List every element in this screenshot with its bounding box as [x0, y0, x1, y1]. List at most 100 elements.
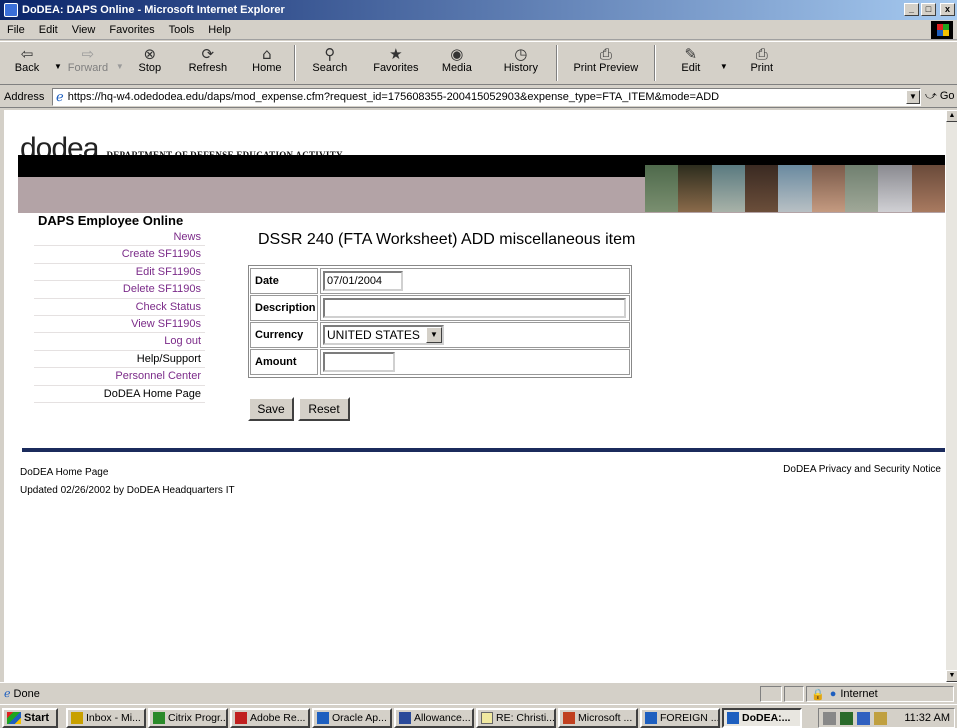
- status-bar: ℯ Done 🔒 ● Internet: [0, 682, 957, 704]
- scroll-up-icon[interactable]: ▲: [946, 110, 957, 122]
- edit-button[interactable]: ✎ Edit: [666, 42, 716, 74]
- citrix-icon: [153, 712, 165, 724]
- media-button[interactable]: ◉ Media: [428, 42, 486, 74]
- sidebar-item-help-support[interactable]: Help/Support: [34, 351, 205, 369]
- windows-logo-icon: [931, 21, 953, 39]
- back-dropdown-icon[interactable]: ▼: [54, 62, 62, 71]
- refresh-button[interactable]: ⟳ Refresh: [176, 42, 240, 74]
- chevron-down-icon[interactable]: ▼: [426, 327, 442, 343]
- amount-input[interactable]: [323, 352, 395, 372]
- ie-icon: [645, 712, 657, 724]
- windows-flag-icon: [7, 712, 21, 724]
- close-button[interactable]: x: [940, 3, 955, 16]
- word-icon: [399, 712, 411, 724]
- maximize-button[interactable]: □: [921, 3, 936, 16]
- sidebar-item-news[interactable]: News: [34, 229, 205, 247]
- edit-dropdown-icon[interactable]: ▼: [720, 62, 728, 71]
- scroll-down-icon[interactable]: ▼: [946, 670, 957, 682]
- forward-dropdown-icon[interactable]: ▼: [116, 62, 124, 71]
- forward-button[interactable]: ⇨ Forward: [62, 42, 114, 74]
- title-bar: DoDEA: DAPS Online - Microsoft Internet …: [0, 0, 957, 20]
- menu-view[interactable]: View: [65, 24, 103, 36]
- address-bar: Address ℯ https://hq-w4.odedodea.edu/dap…: [0, 86, 957, 108]
- date-label: Date: [250, 268, 318, 294]
- sidebar: DAPS Employee Online News Create SF1190s…: [4, 213, 205, 403]
- search-button[interactable]: ⚲ Search: [296, 42, 364, 74]
- footer-home-link[interactable]: DoDEA Home Page: [20, 464, 235, 482]
- taskbar: Start Inbox - Mi... Citrix Progr... Adob…: [0, 704, 957, 728]
- task-allowance[interactable]: Allowance...: [394, 708, 474, 728]
- shield-icon[interactable]: [857, 711, 870, 725]
- task-inbox[interactable]: Inbox - Mi...: [66, 708, 146, 728]
- ie-icon: [317, 712, 329, 724]
- edit-icon: ✎: [684, 45, 698, 63]
- status-text: ℯ Done: [4, 687, 40, 701]
- globe-icon: ●: [829, 688, 837, 700]
- sidebar-item-delete-sf1190s[interactable]: Delete SF1190s: [34, 281, 205, 299]
- network-icon[interactable]: [840, 711, 853, 725]
- date-input[interactable]: 07/01/2004: [323, 271, 403, 291]
- history-icon: ◷: [514, 45, 528, 63]
- sidebar-item-view-sf1190s[interactable]: View SF1190s: [34, 316, 205, 334]
- menu-edit[interactable]: Edit: [32, 24, 65, 36]
- amount-label: Amount: [250, 349, 318, 375]
- start-button[interactable]: Start: [2, 708, 58, 728]
- print-button[interactable]: ⎙ Print: [740, 42, 784, 74]
- task-microsoft[interactable]: Microsoft ...: [558, 708, 638, 728]
- footer-left: DoDEA Home Page Updated 02/26/2002 by Do…: [20, 464, 235, 500]
- task-re-christi[interactable]: RE: Christi...: [476, 708, 556, 728]
- security-zone: 🔒 ● Internet: [806, 686, 954, 702]
- menu-help[interactable]: Help: [201, 24, 238, 36]
- task-foreign[interactable]: FOREIGN ...: [640, 708, 720, 728]
- task-tray-icon[interactable]: [874, 711, 887, 725]
- menu-tools[interactable]: Tools: [162, 24, 202, 36]
- back-button[interactable]: ⇦ Back: [8, 42, 46, 74]
- currency-value: UNITED STATES: [327, 328, 420, 342]
- address-label: Address: [4, 90, 45, 103]
- form-row-description: Description: [250, 295, 630, 321]
- media-icon: ◉: [450, 45, 464, 63]
- task-citrix[interactable]: Citrix Progr...: [148, 708, 228, 728]
- favorites-button[interactable]: ★ Favorites: [364, 42, 428, 74]
- vertical-scrollbar[interactable]: ▲ ▼: [945, 110, 957, 682]
- privacy-link[interactable]: DoDEA Privacy and Security Notice: [783, 464, 941, 475]
- menu-favorites[interactable]: Favorites: [102, 24, 161, 36]
- back-arrow-icon: ⇦: [20, 45, 34, 63]
- minimize-button[interactable]: _: [904, 3, 919, 16]
- stop-button[interactable]: ⊗ Stop: [124, 42, 176, 74]
- menu-file[interactable]: File: [0, 24, 32, 36]
- go-button[interactable]: ⤻ Go: [925, 90, 955, 103]
- sidebar-item-dodea-home-page[interactable]: DoDEA Home Page: [34, 386, 205, 403]
- history-button[interactable]: ◷ History: [486, 42, 556, 74]
- description-input[interactable]: [323, 298, 626, 318]
- task-adobe[interactable]: Adobe Re...: [230, 708, 310, 728]
- page-title: DSSR 240 (FTA Worksheet) ADD miscellaneo…: [258, 231, 636, 248]
- forward-arrow-icon: ⇨: [81, 45, 95, 63]
- home-button[interactable]: ⌂ Home: [240, 42, 294, 74]
- toolbar: ⇦ Back ▼ ⇨ Forward ▼ ⊗ Stop ⟳ Refresh ⌂ …: [0, 41, 957, 85]
- speaker-icon[interactable]: [823, 711, 836, 725]
- sidebar-item-create-sf1190s[interactable]: Create SF1190s: [34, 246, 205, 264]
- address-input[interactable]: ℯ https://hq-w4.odedodea.edu/daps/mod_ex…: [52, 88, 921, 106]
- window-title: DoDEA: DAPS Online - Microsoft Internet …: [22, 4, 285, 16]
- sidebar-item-personnel-center[interactable]: Personnel Center: [34, 368, 205, 386]
- currency-select[interactable]: UNITED STATES ▼: [323, 325, 444, 345]
- sidebar-item-log-out[interactable]: Log out: [34, 333, 205, 351]
- sidebar-item-edit-sf1190s[interactable]: Edit SF1190s: [34, 264, 205, 282]
- save-button[interactable]: Save: [248, 397, 294, 421]
- description-label: Description: [250, 295, 318, 321]
- menu-bar: File Edit View Favorites Tools Help: [0, 20, 957, 40]
- ie-icon: [4, 3, 18, 17]
- print-preview-icon: ⎙: [599, 45, 612, 63]
- reset-button[interactable]: Reset: [298, 397, 350, 421]
- address-dropdown-icon[interactable]: ▼: [906, 90, 920, 104]
- sidebar-item-check-status[interactable]: Check Status: [34, 299, 205, 316]
- form-row-date: Date 07/01/2004: [250, 268, 630, 294]
- task-oracle[interactable]: Oracle Ap...: [312, 708, 392, 728]
- form-row-currency: Currency UNITED STATES ▼: [250, 322, 630, 348]
- address-url: https://hq-w4.odedodea.edu/daps/mod_expe…: [67, 91, 720, 103]
- print-preview-button[interactable]: ⎙ Print Preview: [558, 42, 654, 74]
- system-tray: 11:32 AM: [818, 708, 955, 728]
- adobe-icon: [235, 712, 247, 724]
- task-dodea[interactable]: DoDEA:...: [722, 708, 802, 728]
